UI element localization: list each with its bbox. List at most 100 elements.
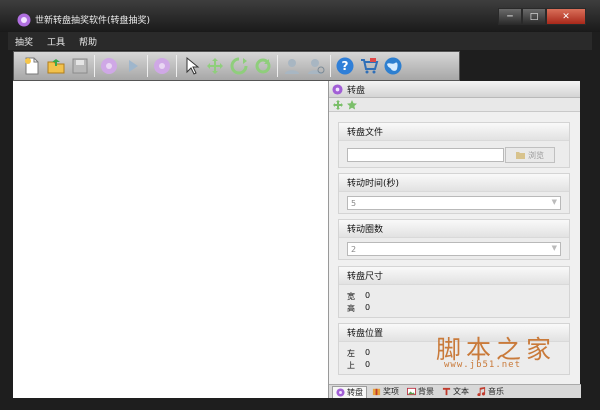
wheel-icon [336, 387, 345, 397]
spin-duration-select[interactable]: 5 ▼ [347, 196, 561, 210]
wheel-size-group: 转盘尺寸 宽 0 高 0 [338, 266, 570, 318]
refresh-icon [255, 58, 271, 74]
spin-rounds-select[interactable]: 2 ▼ [347, 242, 561, 256]
cart-icon [361, 58, 379, 74]
wheel-size-title: 转盘尺寸 [339, 267, 569, 285]
window-title: 世新转盘抽奖软件(转盘抽奖) [35, 16, 151, 26]
wheel-height-value: 0 [365, 303, 371, 312]
tab-wheel-label: 转盘 [347, 387, 363, 397]
wheel-width-value: 0 [365, 291, 371, 300]
save-button[interactable] [68, 54, 92, 78]
wheel-left-label: 左 [347, 349, 355, 358]
wheel-top-label: 上 [347, 361, 355, 370]
help-button[interactable]: ? [333, 54, 357, 78]
spin-rounds-group: 转动圈数 2 ▼ [338, 219, 570, 260]
browse-button[interactable]: 浏览 [505, 147, 555, 163]
browse-label: 浏览 [528, 150, 544, 160]
tab-prizes[interactable]: 奖项 [369, 386, 402, 398]
menu-help[interactable]: 帮助 [72, 32, 104, 50]
user-search-icon [308, 59, 325, 74]
save-icon [72, 58, 88, 74]
user-button[interactable] [280, 54, 304, 78]
refresh-button[interactable] [251, 54, 275, 78]
rotate-button[interactable] [227, 54, 251, 78]
move-button[interactable] [203, 54, 227, 78]
wheel-left-row: 左 0 [347, 348, 370, 359]
window-controls: ─ □ ✕ [498, 8, 586, 25]
spin-rounds-title: 转动圈数 [339, 220, 569, 238]
wheel-canvas[interactable] [13, 81, 328, 398]
panel-sub-toolbar [329, 98, 580, 112]
maximize-button[interactable]: □ [522, 8, 546, 25]
toolbar: ? [13, 51, 460, 81]
chevron-down-icon: ▼ [551, 244, 557, 252]
wheel-settings-icon [154, 58, 170, 74]
tab-text-label: 文本 [453, 387, 469, 396]
menu-draw[interactable]: 抽奖 [8, 32, 40, 50]
pointer-button[interactable] [179, 54, 203, 78]
tab-music-label: 音乐 [488, 387, 504, 396]
tab-wheel[interactable]: 转盘 [332, 385, 367, 398]
status-bar [0, 398, 600, 410]
wheel-settings-button[interactable] [150, 54, 174, 78]
wheel-file-title: 转盘文件 [339, 123, 569, 141]
start-button[interactable] [121, 54, 145, 78]
user-icon [285, 59, 299, 74]
wheel-height-label: 高 [347, 304, 355, 313]
globe-icon [384, 57, 402, 75]
rotate-icon [230, 57, 248, 75]
pointer-icon [186, 56, 200, 75]
panel-title: 转盘 [347, 85, 366, 96]
user-search-button[interactable] [304, 54, 328, 78]
image-icon [407, 387, 416, 396]
menu-bar: 抽奖 工具 帮助 [8, 32, 592, 50]
wheel-width-label: 宽 [347, 292, 355, 301]
music-icon [477, 387, 486, 396]
title-bar[interactable]: 世新转盘抽奖软件(转盘抽奖) ─ □ ✕ [0, 0, 600, 32]
wheel-top-row: 上 0 [347, 360, 370, 371]
help-icon: ? [336, 57, 354, 75]
menu-tools[interactable]: 工具 [40, 32, 72, 50]
wheel-button[interactable] [97, 54, 121, 78]
app-logo-icon [17, 13, 31, 27]
move-icon [207, 58, 223, 74]
toolbar-separator [330, 55, 331, 77]
wheel-width-row: 宽 0 [347, 291, 370, 302]
text-icon [442, 387, 451, 396]
spin-duration-title: 转动时间(秒) [339, 174, 569, 192]
toolbar-separator [277, 55, 278, 77]
tab-background[interactable]: 背景 [404, 386, 437, 398]
star-icon[interactable] [347, 99, 357, 110]
folder-icon [516, 152, 525, 159]
app-window: 世新转盘抽奖软件(转盘抽奖) ─ □ ✕ 抽奖 工具 帮助 ? 转盘 转盘文件 … [0, 0, 600, 410]
wheel-file-group: 转盘文件 浏览 [338, 122, 570, 168]
new-file-icon [25, 57, 39, 75]
toolbar-separator [176, 55, 177, 77]
shop-button[interactable] [357, 54, 381, 78]
tab-background-label: 背景 [418, 387, 434, 396]
open-folder-icon [47, 59, 65, 74]
svg-text:?: ? [342, 59, 349, 73]
wheel-top-value: 0 [365, 360, 371, 369]
tab-text[interactable]: 文本 [439, 386, 472, 398]
spin-rounds-value: 2 [351, 244, 357, 254]
spin-duration-group: 转动时间(秒) 5 ▼ [338, 173, 570, 214]
wheel-file-input[interactable] [347, 148, 504, 162]
prize-icon [372, 388, 381, 396]
wheel-left-value: 0 [365, 348, 371, 357]
panel-header: 转盘 [329, 81, 580, 98]
chevron-down-icon: ▼ [551, 198, 557, 206]
minimize-button[interactable]: ─ [498, 8, 522, 25]
move-icon[interactable] [333, 99, 343, 110]
wheel-icon [101, 58, 117, 74]
tab-prizes-label: 奖项 [383, 387, 399, 396]
new-button[interactable] [20, 54, 44, 78]
close-button[interactable]: ✕ [546, 8, 586, 25]
tab-music[interactable]: 音乐 [474, 386, 507, 398]
wheel-icon [332, 83, 343, 95]
toolbar-separator [94, 55, 95, 77]
play-icon [129, 60, 138, 72]
website-button[interactable] [381, 54, 405, 78]
open-button[interactable] [44, 54, 68, 78]
toolbar-separator [147, 55, 148, 77]
